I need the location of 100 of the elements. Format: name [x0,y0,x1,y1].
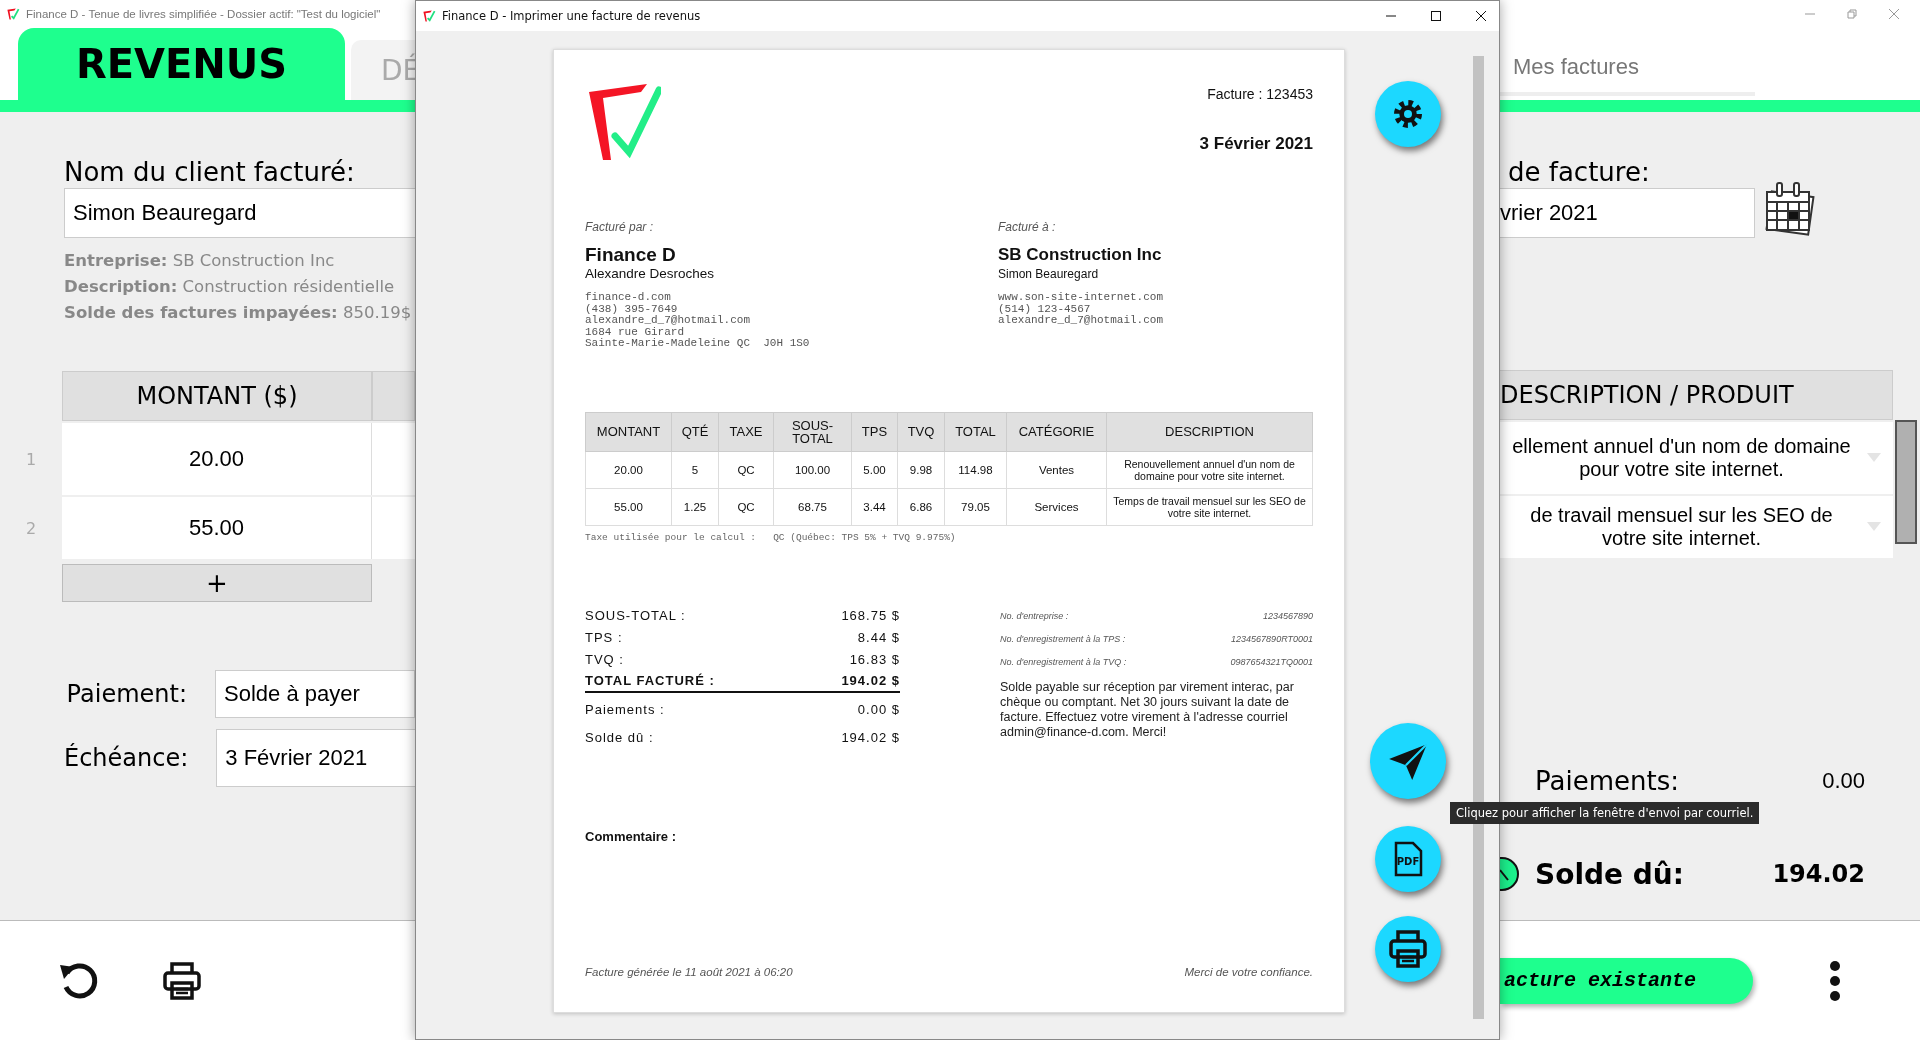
date-field[interactable]: vrier 2021 [1500,188,1755,238]
more-icon[interactable] [1829,960,1841,1001]
table-cell: 100.00 [773,451,852,488]
column-header: DESCRIPTION / PRODUIT [1500,370,1893,420]
due-date-field[interactable]: 3 Février 2021 [216,729,417,787]
amount-cell[interactable]: 55.00 [62,497,372,559]
generated-note: Facture générée le 11 août 2021 à 06:20 [585,966,793,978]
print-button[interactable] [1374,916,1441,982]
contact-line: alexandre_d_7@hotmail.com [998,315,1164,327]
send-email-button[interactable] [1369,723,1446,799]
registration-label: No. d'entreprise : [1000,609,1069,623]
payments-value: 0.00 [1822,768,1865,794]
registration-label: No. d'enregistrement à la TPS : [1000,632,1126,646]
table-cell: QC [718,488,774,525]
field-label: Échéance: [64,744,189,772]
table-header: TVQ [897,412,945,451]
pdf-button[interactable]: PDF [1374,826,1441,892]
pdf-label: PDF [1396,856,1419,867]
contact-line: Sainte-Marie-Madeleine QC J0H 1S0 [585,338,810,350]
table-cell: 5 [671,451,719,488]
printer-icon[interactable] [162,960,202,1001]
invoice-number: Facture : 123453 [1206,86,1313,102]
table-cell: 6.86 [897,488,945,525]
table-cell: 68.75 [773,488,852,525]
table-cell: 1.25 [671,488,719,525]
registration-value: 1234567890RT0001 [1231,632,1313,646]
total-label: Solde dû : [585,728,654,747]
table-cell: Ventes [1006,451,1107,488]
total-label: TPS : [585,628,623,647]
comment-label: Commentaire : [585,828,678,844]
window-title: Finance D - Imprimer une facture de revenus [442,9,701,23]
table-header: CATÉGORIE [1006,412,1107,451]
table-cell: 9.98 [897,451,945,488]
tab[interactable]: REVENUS [18,28,345,100]
close-icon[interactable] [1475,10,1487,22]
printer-icon [1387,929,1428,969]
party-contact: Simon Beauregard [998,266,1099,282]
settings-button[interactable] [1374,81,1441,147]
app-logo-icon [422,9,436,23]
table-header: QTÉ [671,412,719,451]
table-header: TPS [851,412,898,451]
payment-field[interactable]: Solde à payer [215,670,415,718]
registration-value: 0987654321TQ0001 [1230,655,1313,669]
table-cell: 20.00 [585,451,672,488]
column-header: MONTANT ($) [62,371,372,421]
search-icon[interactable] [1500,856,1520,892]
window-title: Finance D - Tenue de livres simplifiée - Dossier actif: "Test du logiciel" [26,8,381,20]
total-value: 8.44 $ [857,628,900,647]
total-value: 0.00 $ [857,700,900,719]
field-label: Paiement: [65,680,187,708]
table-header: TOTAL [944,412,1007,451]
contact-line: www.son-site-internet.com [998,292,1164,304]
table-cell: Services [1006,488,1107,525]
logo-icon [587,82,661,162]
total-value: 168.75 $ [841,606,900,625]
registration-value: 1234567890 [1262,609,1313,623]
add-row-button[interactable]: + [62,564,372,602]
party-caption: Facturé à : [998,220,1056,234]
table-cell: 79.05 [944,488,1007,525]
total-label: TVQ : [585,650,624,669]
field-label: de facture: [1507,157,1651,187]
total-value: 194.02 $ [841,728,900,747]
thanks-note: Merci de votre confiance. [1184,966,1313,978]
table-header: MONTANT [585,412,672,451]
table-cell: 3.44 [851,488,898,525]
amount-cell[interactable]: 20.00 [62,423,372,495]
payments-label: Paiements: [1535,766,1679,796]
party-name: Finance D [585,244,676,266]
maximize-icon[interactable] [1430,10,1442,22]
table-cell[interactable] [372,497,415,559]
settings-icon [1391,98,1424,130]
field-label: Nom du client facturé: [64,157,356,187]
tax-note: Taxe utilisée pour le calcul : QC (Québec: TPS 5% + TVQ 9.975%) [585,531,957,543]
contact-line: 1684 rue Girard [585,326,686,338]
total-label: Paiements : [585,700,665,719]
total-label: SOUS-TOTAL : [585,606,686,625]
table-cell: 5.00 [851,451,898,488]
total-value: 194.02 $ [841,671,900,690]
payment-terms: Solde payable sur réception par virement interac, par chèque ou comptant. Net 30 jours suivant la date de facture. Effectuez votre virement à l'adresse courriel admin@finance-d.com. Merci! [1000,679,1295,740]
invoice-date: 3 Février 2021 [1199,134,1313,154]
table-cell: 114.98 [944,451,1007,488]
scrollbar[interactable] [1895,420,1917,544]
client-detail: Entreprise: SB Construction Inc [64,250,336,272]
party-name: SB Construction Inc [998,244,1162,266]
registration-label: No. d'enregistrement à la TVQ : [1000,655,1127,669]
party-contact: Alexandre Desroches [585,266,715,282]
existing-invoice-button[interactable]: acture existante [1500,957,1753,1004]
balance-value: 194.02 [1772,860,1865,888]
total-label: TOTAL FACTURÉ : [585,671,715,690]
contact-line: finance-d.com [585,292,672,304]
table-header: TAXE [718,412,774,451]
contact-line: alexandre_d_7@hotmail.com [585,315,752,327]
table-cell: QC [718,451,774,488]
client-detail: Description: Construction résidentielle [64,276,396,298]
party-caption: Facturé par : [585,220,654,234]
table-header: DESCRIPTION [1106,412,1313,451]
balance-label: Solde dû: [1535,857,1684,891]
table-cell[interactable] [372,423,415,495]
table-header: SOUS-TOTAL [773,412,852,451]
table-cell: Temps de travail mensuel sur les SEO de votre site internet. [1106,488,1313,525]
